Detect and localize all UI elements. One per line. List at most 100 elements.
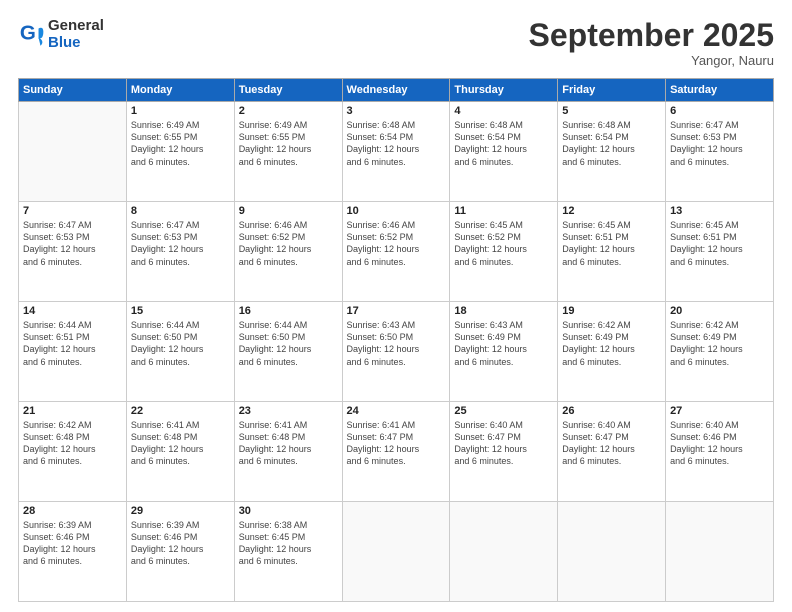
table-row: 6Sunrise: 6:47 AM Sunset: 6:53 PM Daylig… [666,102,774,202]
day-info: Sunrise: 6:41 AM Sunset: 6:47 PM Dayligh… [347,419,446,468]
day-info: Sunrise: 6:40 AM Sunset: 6:47 PM Dayligh… [562,419,661,468]
table-row: 1 Sunrise: 6:49 AM Sunset: 6:55 PM Daylig… [126,102,234,202]
day-number: 18 [454,305,553,317]
day-number: 17 [347,305,446,317]
table-row [19,102,127,202]
day-info: Sunrise: 6:43 AM Sunset: 6:49 PM Dayligh… [454,319,553,368]
table-row: 14 Sunrise: 6:44 AM Sunset: 6:51 PM Dayli… [19,302,127,402]
table-row: 3Sunrise: 6:48 AM Sunset: 6:54 PM Daylig… [342,102,450,202]
day-info: Sunrise: 6:39 AM Sunset: 6:46 PM Dayligh… [23,519,122,568]
day-number: 16 [239,305,338,317]
logo: G General Blue [18,18,104,51]
table-row [666,502,774,602]
table-row: 15 Sunrise: 6:44 AM Sunset: 6:50 PM Dayli… [126,302,234,402]
day-info: Sunrise: 6:38 AM Sunset: 6:45 PM Dayligh… [239,519,338,568]
header-row: Sunday Monday Tuesday Wednesday Thursday… [19,79,774,102]
table-row: 13Sunrise: 6:45 AM Sunset: 6:51 PM Dayli… [666,202,774,302]
table-row: 7Sunrise: 6:47 AM Sunset: 6:53 PM Daylig… [19,202,127,302]
col-wednesday: Wednesday [342,79,450,102]
table-row: 19 Sunrise: 6:42 AM Sunset: 6:49 PM Dayli… [558,302,666,402]
day-number: 10 [347,205,446,217]
day-number: 15 [131,305,230,317]
header: G General Blue September 2025 Yangor, Na… [18,18,774,68]
day-info: Sunrise: 6:40 AM Sunset: 6:47 PM Dayligh… [454,419,553,468]
calendar-table: Sunday Monday Tuesday Wednesday Thursday… [18,78,774,602]
day-number: 3 [347,105,446,117]
col-friday: Friday [558,79,666,102]
day-number: 8 [131,205,230,217]
table-row: 26 Sunrise: 6:40 AM Sunset: 6:47 PM Dayli… [558,402,666,502]
table-row: 28Sunrise: 6:39 AM Sunset: 6:46 PM Dayli… [19,502,127,602]
day-info: Sunrise: 6:42 AM Sunset: 6:49 PM Dayligh… [670,319,769,368]
title-block: September 2025 Yangor, Nauru [529,18,774,68]
day-info: Sunrise: 6:48 AM Sunset: 6:54 PM Dayligh… [562,119,661,168]
day-number: 19 [562,305,661,317]
day-info: Sunrise: 6:40 AM Sunset: 6:46 PM Dayligh… [670,419,769,468]
day-number: 6 [670,105,769,117]
day-number: 23 [239,405,338,417]
day-number: 25 [454,405,553,417]
calendar-week-row: 1 Sunrise: 6:49 AM Sunset: 6:55 PM Daylig… [19,102,774,202]
day-number: 20 [670,305,769,317]
day-info: Sunrise: 6:46 AM Sunset: 6:52 PM Dayligh… [239,219,338,268]
day-info: Sunrise: 6:47 AM Sunset: 6:53 PM Dayligh… [23,219,122,268]
table-row: 23 Sunrise: 6:41 AM Sunset: 6:48 PM Dayli… [234,402,342,502]
col-sunday: Sunday [19,79,127,102]
table-row: 11 Sunrise: 6:45 AM Sunset: 6:52 PM Dayli… [450,202,558,302]
table-row: 22 Sunrise: 6:41 AM Sunset: 6:48 PM Dayli… [126,402,234,502]
day-info: Sunrise: 6:42 AM Sunset: 6:48 PM Dayligh… [23,419,122,468]
table-row: 10 Sunrise: 6:46 AM Sunset: 6:52 PM Dayli… [342,202,450,302]
day-info: Sunrise: 6:45 AM Sunset: 6:51 PM Dayligh… [562,219,661,268]
calendar-page: G General Blue September 2025 Yangor, Na… [0,0,792,612]
day-number: 26 [562,405,661,417]
day-number: 4 [454,105,553,117]
col-saturday: Saturday [666,79,774,102]
table-row: 4 Sunrise: 6:48 AM Sunset: 6:54 PM Daylig… [450,102,558,202]
col-monday: Monday [126,79,234,102]
day-info: Sunrise: 6:41 AM Sunset: 6:48 PM Dayligh… [131,419,230,468]
day-info: Sunrise: 6:49 AM Sunset: 6:55 PM Dayligh… [131,119,230,168]
logo-blue-text: Blue [48,35,104,52]
day-info: Sunrise: 6:46 AM Sunset: 6:52 PM Dayligh… [347,219,446,268]
day-number: 30 [239,505,338,517]
logo-general-text: General [48,18,104,35]
day-info: Sunrise: 6:41 AM Sunset: 6:48 PM Dayligh… [239,419,338,468]
day-info: Sunrise: 6:44 AM Sunset: 6:50 PM Dayligh… [239,319,338,368]
day-number: 29 [131,505,230,517]
table-row: 5Sunrise: 6:48 AM Sunset: 6:54 PM Daylig… [558,102,666,202]
table-row: 18 Sunrise: 6:43 AM Sunset: 6:49 PM Dayli… [450,302,558,402]
day-info: Sunrise: 6:49 AM Sunset: 6:55 PM Dayligh… [239,119,338,168]
day-info: Sunrise: 6:47 AM Sunset: 6:53 PM Dayligh… [131,219,230,268]
day-info: Sunrise: 6:48 AM Sunset: 6:54 PM Dayligh… [454,119,553,168]
logo-text: General Blue [48,18,104,51]
table-row: 27Sunrise: 6:40 AM Sunset: 6:46 PM Dayli… [666,402,774,502]
table-row [450,502,558,602]
day-number: 2 [239,105,338,117]
month-title: September 2025 [529,18,774,53]
day-number: 12 [562,205,661,217]
day-info: Sunrise: 6:42 AM Sunset: 6:49 PM Dayligh… [562,319,661,368]
svg-text:G: G [20,21,36,44]
table-row: 25 Sunrise: 6:40 AM Sunset: 6:47 PM Dayli… [450,402,558,502]
calendar-week-row: 21 Sunrise: 6:42 AM Sunset: 6:48 PM Dayli… [19,402,774,502]
table-row: 29Sunrise: 6:39 AM Sunset: 6:46 PM Dayli… [126,502,234,602]
col-tuesday: Tuesday [234,79,342,102]
day-info: Sunrise: 6:44 AM Sunset: 6:50 PM Dayligh… [131,319,230,368]
day-number: 21 [23,405,122,417]
table-row [558,502,666,602]
table-row: 12 Sunrise: 6:45 AM Sunset: 6:51 PM Dayli… [558,202,666,302]
day-number: 24 [347,405,446,417]
day-number: 1 [131,105,230,117]
location: Yangor, Nauru [529,53,774,68]
table-row [342,502,450,602]
calendar-week-row: 28Sunrise: 6:39 AM Sunset: 6:46 PM Dayli… [19,502,774,602]
calendar-week-row: 14 Sunrise: 6:44 AM Sunset: 6:51 PM Dayli… [19,302,774,402]
table-row: 20 Sunrise: 6:42 AM Sunset: 6:49 PM Dayli… [666,302,774,402]
day-number: 11 [454,205,553,217]
day-number: 22 [131,405,230,417]
col-thursday: Thursday [450,79,558,102]
day-number: 14 [23,305,122,317]
day-info: Sunrise: 6:45 AM Sunset: 6:52 PM Dayligh… [454,219,553,268]
day-info: Sunrise: 6:44 AM Sunset: 6:51 PM Dayligh… [23,319,122,368]
table-row: 30 Sunrise: 6:38 AM Sunset: 6:45 PM Dayli… [234,502,342,602]
